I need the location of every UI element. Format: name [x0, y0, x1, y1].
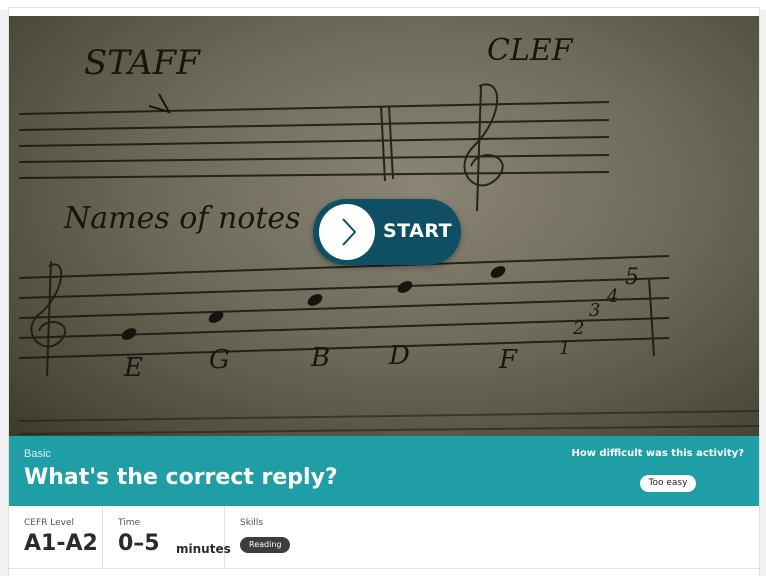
difficulty-prompt: How difficult was this activity?: [571, 448, 744, 459]
play-circle: [319, 204, 375, 260]
note-d: D: [388, 341, 410, 371]
activity-image: STAFF CLEF Names of notes E G B D F 1 2 …: [9, 16, 759, 444]
time-unit: minutes: [176, 542, 231, 556]
time-value: 0–5: [118, 531, 160, 556]
cefr-caption: CEFR Level: [24, 518, 75, 528]
finger-2: 2: [572, 318, 584, 339]
cefr-cell: CEFR Level A1-A2: [9, 506, 103, 568]
names-handwriting: Names of notes: [63, 201, 301, 236]
skills-caption: Skills: [240, 518, 264, 528]
finger-3: 3: [589, 300, 600, 321]
start-button[interactable]: START: [313, 199, 461, 265]
note-e: E: [123, 353, 143, 383]
start-label: START: [383, 220, 453, 242]
activity-card: STAFF CLEF Names of notes E G B D F 1 2 …: [9, 8, 759, 576]
activity-meta: CEFR Level A1-A2 Time 0–5 minutes Skills…: [9, 506, 759, 569]
finger-5: 5: [625, 265, 639, 290]
finger-1: 1: [559, 338, 570, 359]
activity-header: Basic What's the correct reply? How diff…: [9, 436, 759, 506]
skill-badge-reading: Reading: [240, 537, 291, 553]
cefr-value: A1-A2: [24, 531, 98, 556]
note-g: G: [209, 345, 230, 375]
time-cell: Time 0–5 minutes: [103, 506, 231, 568]
activity-title: What's the correct reply?: [24, 465, 338, 490]
time-caption: Time: [118, 518, 141, 528]
activity-level: Basic: [24, 448, 51, 460]
skills-cell: Skills Reading: [225, 506, 759, 568]
note-b: B: [310, 343, 330, 373]
finger-4: 4: [606, 286, 618, 307]
staff-handwriting: STAFF: [84, 43, 201, 83]
note-f: F: [498, 345, 518, 375]
clef-handwriting: CLEF: [487, 33, 574, 68]
too-easy-button[interactable]: Too easy: [640, 475, 696, 492]
chevron-right-icon: [342, 218, 357, 246]
